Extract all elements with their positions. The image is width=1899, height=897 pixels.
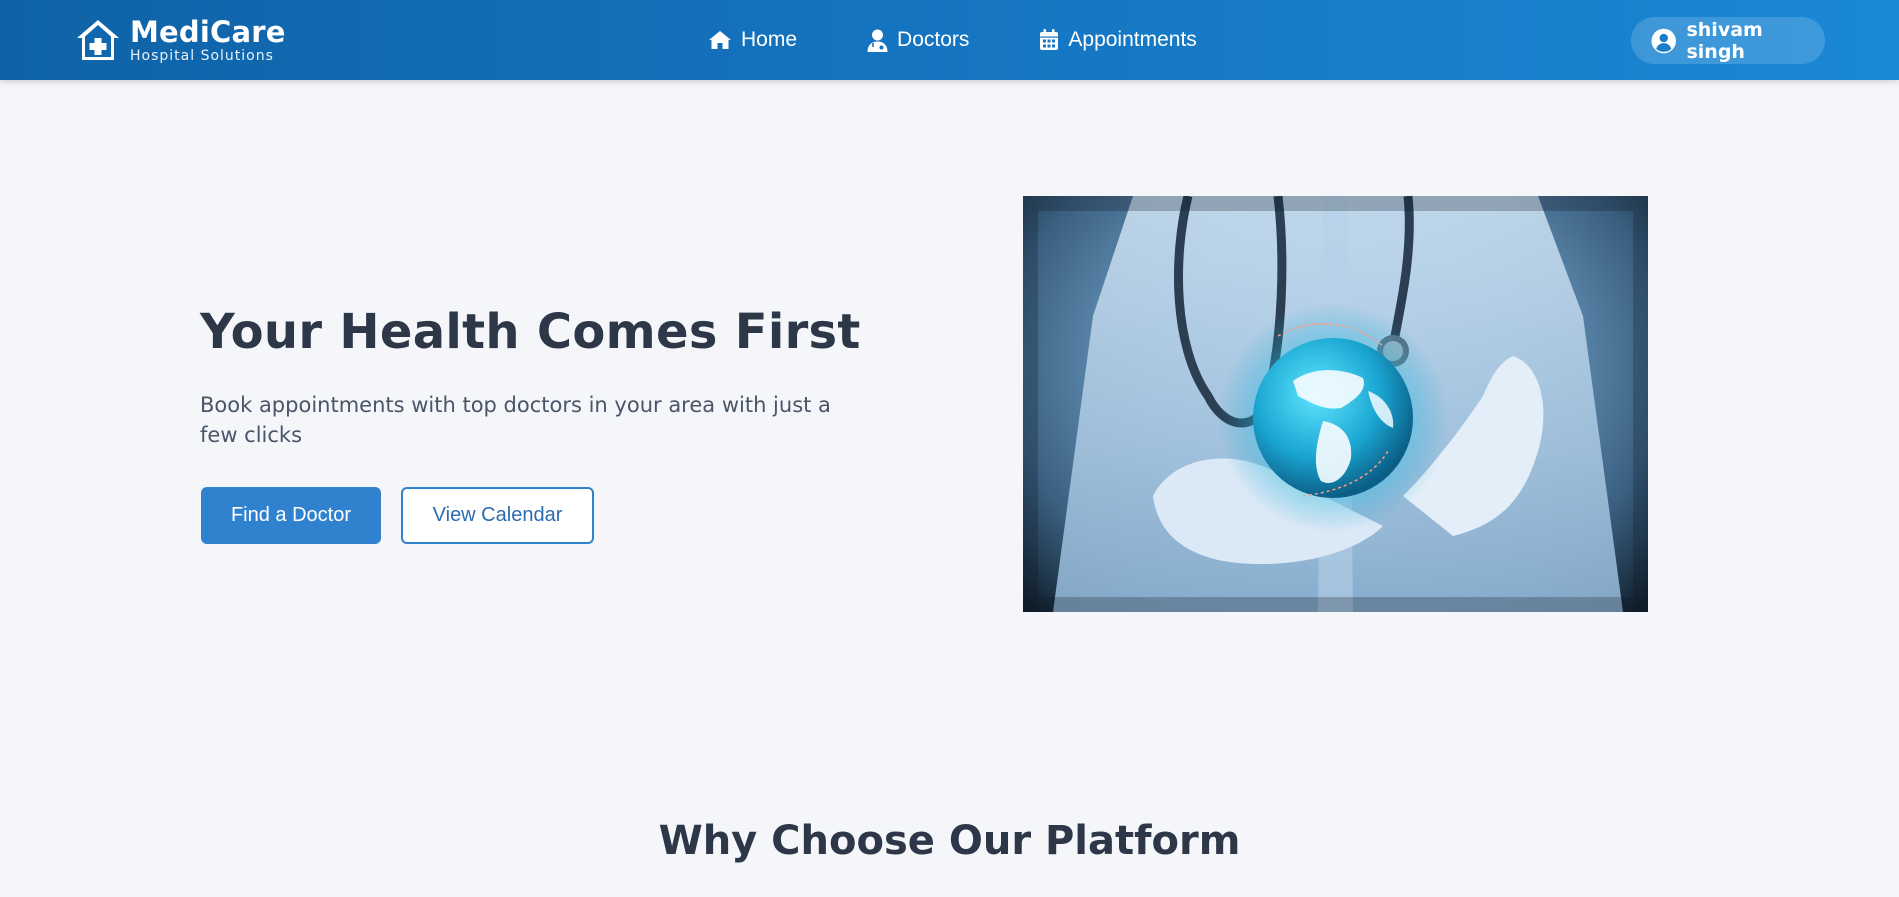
- brand-name: MediCare: [130, 15, 286, 49]
- user-circle-icon: [1651, 28, 1676, 53]
- main-nav: Home Doctors Appointments: [708, 0, 1197, 80]
- hero-image: [1023, 196, 1648, 612]
- hero-title: Your Health Comes First: [200, 304, 861, 360]
- nav-doctors[interactable]: Doctors: [867, 28, 969, 52]
- doctor-globe-illustration: [1023, 196, 1648, 612]
- calendar-icon: [1040, 29, 1059, 50]
- nav-home-label: Home: [741, 28, 798, 51]
- view-calendar-button[interactable]: View Calendar: [401, 487, 594, 544]
- nav-appointments-label: Appointments: [1068, 28, 1197, 51]
- find-doctor-button[interactable]: Find a Doctor: [201, 487, 381, 544]
- features-section-title: Why Choose Our Platform: [658, 818, 1241, 864]
- nav-appointments[interactable]: Appointments: [1039, 28, 1197, 52]
- doctor-icon: [867, 29, 888, 52]
- user-menu-button[interactable]: shivam singh: [1631, 17, 1825, 64]
- nav-doctors-label: Doctors: [897, 28, 970, 51]
- user-name: shivam singh: [1686, 18, 1763, 63]
- hospital-logo-icon: [77, 20, 119, 60]
- home-icon: [709, 31, 731, 49]
- brand[interactable]: MediCare Hospital Solutions: [74, 16, 286, 64]
- navbar: MediCare Hospital Solutions Home Doctors: [0, 0, 1899, 80]
- hero-subtitle: Book appointments with top doctors in yo…: [200, 393, 831, 447]
- brand-subtitle: Hospital Solutions: [130, 48, 274, 64]
- nav-home[interactable]: Home: [708, 28, 797, 52]
